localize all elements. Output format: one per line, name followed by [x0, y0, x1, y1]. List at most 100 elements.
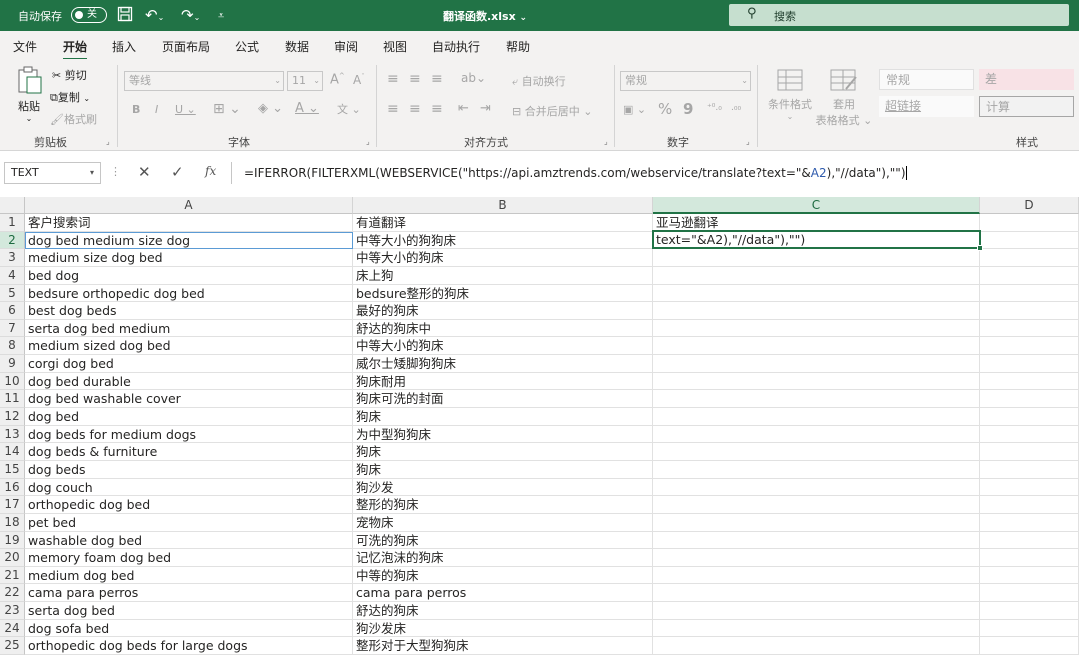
- cell-b[interactable]: 狗床: [353, 443, 653, 461]
- cell-d[interactable]: [980, 637, 1079, 655]
- bold-icon[interactable]: B: [132, 103, 140, 116]
- cell-d[interactable]: [980, 443, 1079, 461]
- font-color-icon[interactable]: A ⌄: [295, 101, 319, 116]
- customize-qat-icon[interactable]: ⩡: [218, 6, 224, 25]
- cell-c[interactable]: [653, 355, 980, 373]
- cell-b[interactable]: 宠物床: [353, 513, 653, 532]
- cell-c[interactable]: [653, 549, 980, 567]
- cell-b[interactable]: 床上狗: [353, 266, 653, 285]
- increase-decimal-icon[interactable]: ⁺⁰.₀: [707, 103, 722, 113]
- column-header-d[interactable]: D: [980, 197, 1079, 214]
- cell-d[interactable]: [980, 566, 1079, 585]
- cell-c[interactable]: [653, 602, 980, 620]
- tab-data[interactable]: 数据: [285, 38, 309, 55]
- undo-icon[interactable]: ↶⌄: [145, 6, 164, 25]
- percent-button[interactable]: %: [658, 100, 672, 118]
- tab-view[interactable]: 视图: [383, 38, 407, 55]
- style-hyperlink[interactable]: 超链接: [879, 96, 974, 117]
- column-header-a[interactable]: A: [25, 197, 353, 214]
- tab-automate[interactable]: 自动执行: [432, 38, 480, 55]
- cell-b[interactable]: 中等的狗床: [353, 566, 653, 585]
- row-number[interactable]: 18: [0, 513, 25, 532]
- row-number[interactable]: 2: [0, 231, 25, 250]
- format-painter-button[interactable]: 🖌格式刷: [50, 111, 97, 127]
- align-bottom-icon[interactable]: ≡: [431, 71, 443, 87]
- tab-insert[interactable]: 插入: [112, 38, 136, 55]
- cell-d[interactable]: [980, 496, 1079, 514]
- cell-b[interactable]: 可洗的狗床: [353, 531, 653, 550]
- cell-c[interactable]: [653, 478, 980, 497]
- cell-a[interactable]: dog bed: [25, 408, 353, 426]
- cell-a[interactable]: dog bed durable: [25, 372, 353, 391]
- conditional-format-button[interactable]: 条件格式 ⌄: [767, 69, 813, 121]
- cell-a[interactable]: best dog beds: [25, 302, 353, 320]
- cell-d[interactable]: [980, 460, 1079, 479]
- cell-c[interactable]: [653, 513, 980, 532]
- row-number[interactable]: 20: [0, 549, 25, 567]
- name-box[interactable]: TEXT ▾: [4, 162, 101, 184]
- style-bad[interactable]: 差: [979, 69, 1074, 90]
- row-number[interactable]: 4: [0, 266, 25, 285]
- accounting-format-icon[interactable]: ▣ ⌄: [623, 103, 646, 116]
- row-number[interactable]: 12: [0, 408, 25, 426]
- row-number[interactable]: 22: [0, 584, 25, 603]
- cell-c[interactable]: [653, 425, 980, 444]
- cell-b[interactable]: 最好的狗床: [353, 302, 653, 320]
- row-number[interactable]: 15: [0, 460, 25, 479]
- align-top-icon[interactable]: ≡: [387, 71, 399, 87]
- cell-b[interactable]: 狗床: [353, 408, 653, 426]
- cell-a[interactable]: orthopedic dog bed: [25, 496, 353, 514]
- cell-d[interactable]: [980, 549, 1079, 567]
- increase-indent-icon[interactable]: ⇥: [480, 101, 491, 116]
- paste-button[interactable]: 粘贴 ⌄: [12, 65, 46, 127]
- cell-c[interactable]: [653, 584, 980, 603]
- row-number[interactable]: 3: [0, 249, 25, 267]
- cell-a[interactable]: corgi dog bed: [25, 355, 353, 373]
- shrink-font-icon[interactable]: Aˇ: [353, 73, 365, 87]
- align-right-icon[interactable]: ≡: [431, 101, 443, 117]
- worksheet-grid[interactable]: A B C D 1 客户搜索词 有道翻译 亚马逊翻译 2 dog bed medium s…: [0, 197, 1079, 656]
- cell-c[interactable]: [653, 266, 980, 285]
- cell-b[interactable]: 整形对于大型狗狗床: [353, 637, 653, 655]
- row-number[interactable]: 9: [0, 355, 25, 373]
- underline-icon[interactable]: U ⌄: [175, 103, 196, 116]
- tab-review[interactable]: 审阅: [334, 38, 358, 55]
- row-number[interactable]: 11: [0, 390, 25, 409]
- align-middle-icon[interactable]: ≡: [409, 71, 421, 87]
- row-number[interactable]: 16: [0, 478, 25, 497]
- cell-b[interactable]: 威尔士矮脚狗狗床: [353, 355, 653, 373]
- row-number[interactable]: 1: [0, 214, 25, 232]
- row-number[interactable]: 24: [0, 619, 25, 638]
- row-number[interactable]: 7: [0, 319, 25, 338]
- autosave-toggle[interactable]: 关: [71, 7, 107, 23]
- cell-c[interactable]: [653, 319, 980, 338]
- alignment-launcher-icon[interactable]: ⌟: [604, 137, 608, 146]
- tab-file[interactable]: 文件: [13, 38, 37, 55]
- cell-c[interactable]: [653, 496, 980, 514]
- cell-d[interactable]: [980, 408, 1079, 426]
- font-name-dropdown[interactable]: 等线 ⌄: [124, 71, 284, 91]
- cell-d[interactable]: [980, 478, 1079, 497]
- row-number[interactable]: 23: [0, 602, 25, 620]
- cell-a[interactable]: memory foam dog bed: [25, 549, 353, 567]
- cell-a[interactable]: washable dog bed: [25, 531, 353, 550]
- cell-a[interactable]: medium dog bed: [25, 566, 353, 585]
- cell-d[interactable]: [980, 584, 1079, 603]
- row-number[interactable]: 6: [0, 302, 25, 320]
- number-format-dropdown[interactable]: 常规 ⌄: [620, 71, 751, 91]
- active-cell-editor[interactable]: text="&A2),"//data"),""): [652, 230, 983, 251]
- merge-center-button[interactable]: ⊟ 合并后居中 ⌄: [512, 103, 592, 119]
- style-normal[interactable]: 常规: [879, 69, 974, 90]
- tab-home[interactable]: 开始: [63, 38, 88, 61]
- cell-c[interactable]: [653, 408, 980, 426]
- cancel-icon[interactable]: ✕: [138, 163, 151, 181]
- insert-function-icon[interactable]: fx: [205, 164, 216, 178]
- cell-d[interactable]: [980, 513, 1079, 532]
- grow-font-icon[interactable]: A^: [330, 72, 345, 87]
- file-name[interactable]: 翻译函数.xlsx ⌄: [443, 8, 527, 24]
- row-number[interactable]: 21: [0, 566, 25, 585]
- enter-check-icon[interactable]: ✓: [171, 163, 184, 181]
- cell-d[interactable]: [980, 249, 1079, 267]
- cut-button[interactable]: ✂ 剪切: [52, 67, 87, 83]
- cell-d[interactable]: [980, 372, 1079, 391]
